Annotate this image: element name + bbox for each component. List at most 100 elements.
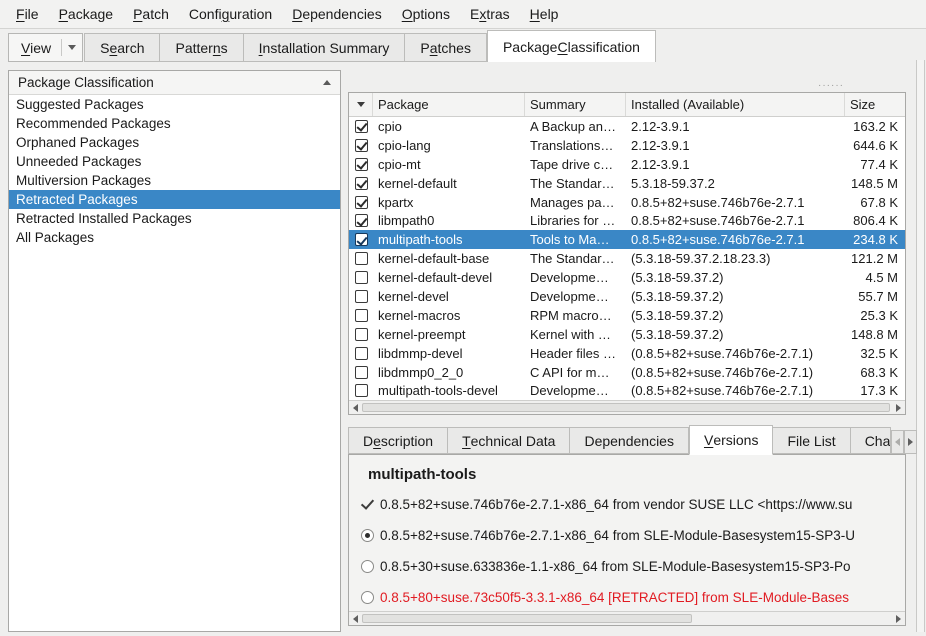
- package-name-cell: kernel-default-devel: [373, 270, 525, 285]
- package-table: PackageSummaryInstalled (Available)Size …: [348, 92, 906, 415]
- version-entry[interactable]: 0.8.5+82+suse.746b76e-2.7.1-x86_64 from …: [359, 494, 905, 514]
- filter-list-header[interactable]: Package Classification: [9, 71, 340, 95]
- checkbox-unchecked[interactable]: [355, 328, 368, 341]
- detail-tab-versions[interactable]: Versions: [689, 425, 773, 455]
- detail-tab-dependencies[interactable]: Dependencies: [570, 427, 689, 454]
- checkbox-checked[interactable]: [355, 139, 368, 152]
- status-cell: [349, 233, 373, 246]
- detail-tab-cha[interactable]: Cha: [851, 427, 891, 454]
- filter-item-orphaned-packages[interactable]: Orphaned Packages: [9, 133, 340, 152]
- column-header-installed-available[interactable]: Installed (Available): [626, 93, 845, 116]
- menu-dependencies[interactable]: Dependencies: [282, 2, 392, 26]
- table-row[interactable]: cpio-langTranslations…2.12-3.9.1644.6 K: [349, 136, 905, 155]
- menu-bar: FilePackagePatchConfigurationDependencie…: [0, 0, 926, 29]
- table-row[interactable]: libmpath0Libraries for …0.8.5+82+suse.74…: [349, 211, 905, 230]
- checkbox-checked[interactable]: [355, 233, 368, 246]
- checkbox-checked[interactable]: [355, 177, 368, 190]
- package-name-cell: kernel-devel: [373, 289, 525, 304]
- table-row[interactable]: kernel-preemptKernel with …(5.3.18-59.37…: [349, 325, 905, 344]
- versions-horizontal-scrollbar[interactable]: [349, 611, 905, 625]
- checkbox-checked[interactable]: [355, 120, 368, 133]
- table-row[interactable]: kernel-default-develDevelopme…(5.3.18-59…: [349, 268, 905, 287]
- chevron-down-icon: [68, 45, 76, 50]
- scrollbar-thumb[interactable]: [362, 403, 890, 412]
- detail-tab-file-list[interactable]: File List: [773, 427, 850, 454]
- package-name-cell: cpio-mt: [373, 157, 525, 172]
- checkbox-unchecked[interactable]: [355, 347, 368, 360]
- vertical-scrollbar[interactable]: [916, 60, 925, 632]
- filter-item-retracted-packages[interactable]: Retracted Packages: [9, 190, 340, 209]
- top-tab-bar: View SearchPatternsInstallation SummaryP…: [8, 30, 656, 62]
- detail-tab-technical-data[interactable]: Technical Data: [448, 427, 570, 454]
- checkbox-unchecked[interactable]: [355, 384, 368, 397]
- scroll-left-icon[interactable]: [353, 615, 358, 623]
- filter-item-all-packages[interactable]: All Packages: [9, 228, 340, 247]
- yast-package-selector-window: FilePackagePatchConfigurationDependencie…: [0, 0, 926, 636]
- menu-help[interactable]: Help: [520, 2, 569, 26]
- filter-item-recommended-packages[interactable]: Recommended Packages: [9, 114, 340, 133]
- filter-item-multiversion-packages[interactable]: Multiversion Packages: [9, 171, 340, 190]
- checkbox-unchecked[interactable]: [355, 309, 368, 322]
- menu-patch[interactable]: Patch: [123, 2, 179, 26]
- menu-file[interactable]: File: [6, 2, 49, 26]
- installed-cell: 0.8.5+82+suse.746b76e-2.7.1: [626, 213, 845, 228]
- scroll-left-icon[interactable]: [353, 404, 358, 412]
- tab-scroll-left-button[interactable]: [891, 430, 904, 454]
- menu-package[interactable]: Package: [49, 2, 124, 26]
- table-row[interactable]: kpartxManages pa…0.8.5+82+suse.746b76e-2…: [349, 193, 905, 212]
- installed-cell: (0.8.5+82+suse.746b76e-2.7.1): [626, 346, 845, 361]
- scrollbar-thumb[interactable]: [362, 614, 692, 623]
- tab-scroll-right-button[interactable]: [904, 430, 917, 454]
- table-row[interactable]: multipath-toolsTools to Ma…0.8.5+82+suse…: [349, 230, 905, 249]
- radio-unselected-icon[interactable]: [359, 591, 376, 604]
- checkbox-checked[interactable]: [355, 158, 368, 171]
- table-row[interactable]: cpioA Backup an…2.12-3.9.1163.2 K: [349, 117, 905, 136]
- version-entry[interactable]: 0.8.5+82+suse.746b76e-2.7.1-x86_64 from …: [359, 525, 905, 545]
- table-row[interactable]: multipath-tools-develDevelopme…(0.8.5+82…: [349, 381, 905, 400]
- tab-package-classification[interactable]: Package Classification: [487, 30, 656, 62]
- tab-search[interactable]: Search: [84, 33, 160, 62]
- table-row[interactable]: cpio-mtTape drive c…2.12-3.9.177.4 K: [349, 155, 905, 174]
- splitter-handle-icon[interactable]: ······: [818, 80, 844, 91]
- checkbox-checked[interactable]: [355, 214, 368, 227]
- table-row[interactable]: kernel-macrosRPM macro…(5.3.18-59.37.2)2…: [349, 306, 905, 325]
- table-horizontal-scrollbar[interactable]: [349, 400, 905, 414]
- table-row[interactable]: kernel-defaultThe Standar…5.3.18-59.37.2…: [349, 174, 905, 193]
- column-header-summary[interactable]: Summary: [525, 93, 626, 116]
- tab-installation-summary[interactable]: Installation Summary: [244, 33, 406, 62]
- table-row[interactable]: kernel-develDevelopme…(5.3.18-59.37.2)55…: [349, 287, 905, 306]
- table-row[interactable]: libdmmp0_2_0C API for m…(0.8.5+82+suse.7…: [349, 363, 905, 382]
- filter-item-retracted-installed-packages[interactable]: Retracted Installed Packages: [9, 209, 340, 228]
- checkbox-unchecked[interactable]: [355, 290, 368, 303]
- table-row[interactable]: kernel-default-baseThe Standar…(5.3.18-5…: [349, 249, 905, 268]
- menu-extras[interactable]: Extras: [460, 2, 520, 26]
- size-cell: 68.3 K: [845, 365, 905, 380]
- menu-options[interactable]: Options: [392, 2, 460, 26]
- radio-unselected-icon[interactable]: [359, 560, 376, 573]
- version-entry[interactable]: 0.8.5+30+suse.633836e-1.1-x86_64 from SL…: [359, 556, 905, 576]
- checkbox-unchecked[interactable]: [355, 366, 368, 379]
- table-row[interactable]: libdmmp-develHeader files …(0.8.5+82+sus…: [349, 344, 905, 363]
- checkbox-checked[interactable]: [355, 196, 368, 209]
- filter-item-suggested-packages[interactable]: Suggested Packages: [9, 95, 340, 114]
- detail-tab-description[interactable]: Description: [348, 427, 448, 454]
- tab-patterns[interactable]: Patterns: [160, 33, 243, 62]
- status-cell: [349, 271, 373, 284]
- scroll-right-icon[interactable]: [896, 615, 901, 623]
- version-list: 0.8.5+82+suse.746b76e-2.7.1-x86_64 from …: [349, 494, 905, 607]
- checkbox-unchecked[interactable]: [355, 252, 368, 265]
- filter-item-unneeded-packages[interactable]: Unneeded Packages: [9, 152, 340, 171]
- scroll-right-icon[interactable]: [896, 404, 901, 412]
- status-cell: [349, 328, 373, 341]
- version-entry[interactable]: 0.8.5+80+suse.73c50f5-3.3.1-x86_64 [RETR…: [359, 587, 905, 607]
- tab-patches[interactable]: Patches: [405, 33, 487, 62]
- status-cell: [349, 196, 373, 209]
- checkbox-unchecked[interactable]: [355, 271, 368, 284]
- column-header-package[interactable]: Package: [373, 93, 525, 116]
- menu-configuration[interactable]: Configuration: [179, 2, 282, 26]
- view-menu-button[interactable]: View: [8, 33, 83, 62]
- radio-selected-icon[interactable]: [359, 529, 376, 542]
- column-header-status[interactable]: [349, 93, 373, 116]
- column-header-size[interactable]: Size: [845, 93, 905, 116]
- sort-descending-icon: [357, 102, 365, 107]
